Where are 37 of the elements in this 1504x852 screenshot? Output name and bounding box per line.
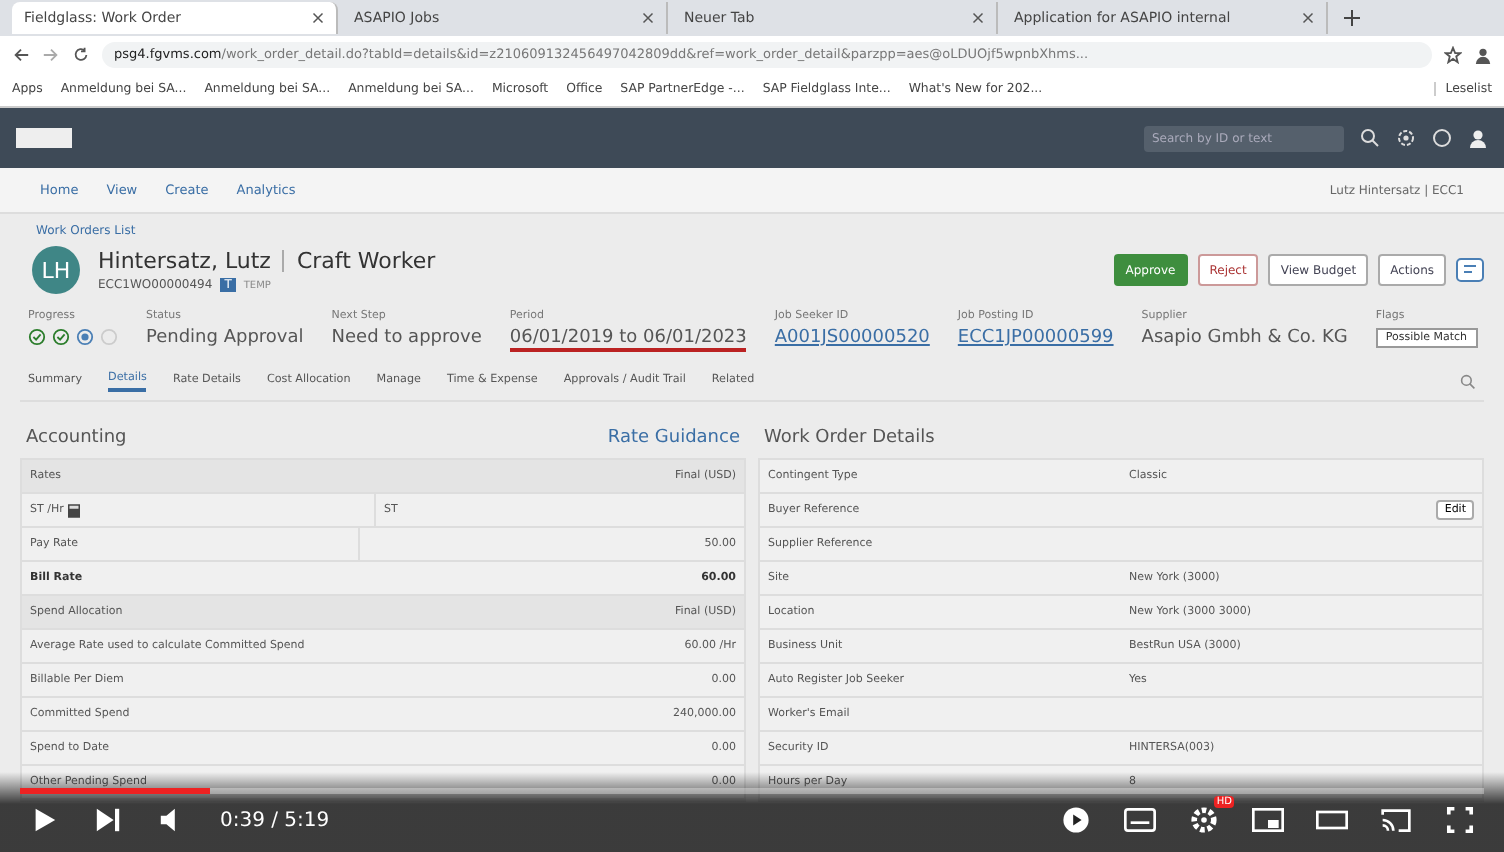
search-icon[interactable]: [1460, 374, 1476, 390]
avatar: LH: [32, 246, 80, 294]
field-value: 06/01/2019 to 06/01/2023: [509, 328, 747, 352]
section-title: Work Order Details: [764, 428, 935, 448]
calculator-icon[interactable]: [67, 503, 80, 517]
subtitles-icon[interactable]: [1124, 806, 1156, 834]
settings-icon[interactable]: [1396, 128, 1416, 148]
autoplay-icon[interactable]: [1060, 806, 1092, 834]
back-icon[interactable]: [12, 45, 30, 63]
search-icon[interactable]: [1360, 128, 1380, 148]
star-icon[interactable]: [1444, 45, 1462, 63]
miniplayer-icon[interactable]: [1252, 806, 1284, 834]
field-value: Asapio Gmbh & Co. KG: [1141, 328, 1348, 348]
cast-icon[interactable]: [1380, 806, 1412, 834]
fullscreen-icon[interactable]: [1444, 806, 1476, 834]
field-link[interactable]: ECC1JP00000599: [957, 328, 1114, 348]
avatar-icon[interactable]: [1468, 128, 1488, 148]
next-icon[interactable]: [92, 806, 124, 834]
chat-icon[interactable]: [1456, 258, 1484, 282]
profile-icon[interactable]: [1474, 45, 1492, 63]
field-value: Need to approve: [331, 328, 482, 348]
video-time: 0:39 / 5:19: [220, 809, 330, 831]
progress-step-icon: [52, 328, 70, 346]
field-link[interactable]: A001JS00000520: [774, 328, 930, 348]
field-value: Pending Approval: [146, 328, 304, 348]
close-icon[interactable]: [642, 12, 654, 24]
close-icon[interactable]: [312, 12, 324, 24]
reload-icon[interactable]: [72, 45, 90, 63]
section-title: Accounting: [26, 428, 127, 448]
worker-role: Craft Worker: [296, 248, 436, 274]
close-icon[interactable]: [1302, 12, 1314, 24]
worker-name: Hintersatz, Lutz: [98, 248, 271, 274]
new-tab-icon[interactable]: [1344, 10, 1360, 26]
theater-mode-icon[interactable]: [1316, 806, 1348, 834]
rate-guidance-link[interactable]: Rate Guidance: [607, 428, 740, 448]
progress-step-icon: [28, 328, 46, 346]
close-icon[interactable]: [972, 12, 984, 24]
